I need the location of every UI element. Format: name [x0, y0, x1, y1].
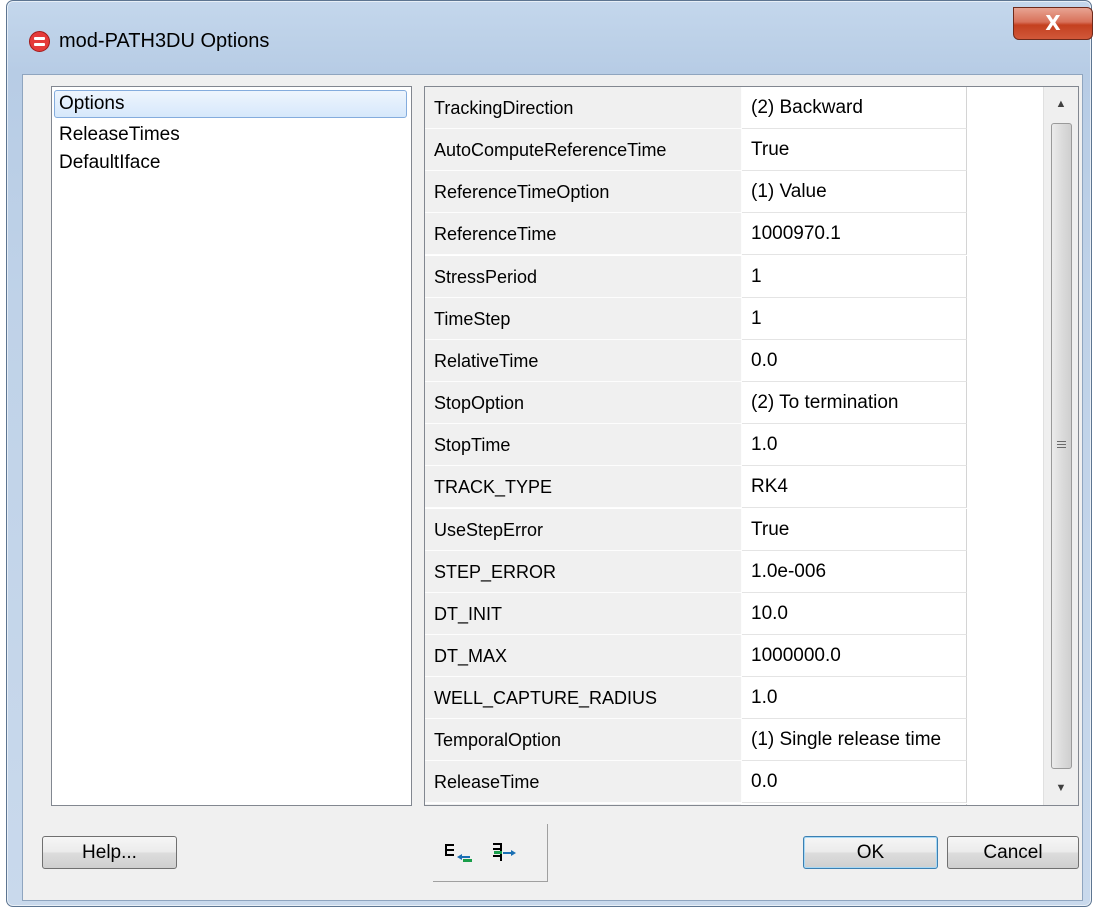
property-row[interactable]: TemporalOption (1) Single release time — [425, 719, 967, 765]
property-row[interactable]: ReleaseTime 0.0 — [425, 761, 967, 805]
property-value[interactable]: 10.0 — [742, 593, 967, 635]
property-row[interactable]: TrackingDirection (2) Backward — [425, 87, 967, 133]
app-icon — [29, 31, 50, 52]
property-value[interactable]: (2) To termination — [742, 382, 967, 424]
property-value[interactable]: 0.0 — [742, 761, 967, 803]
property-name: RelativeTime — [425, 340, 742, 382]
property-name: UseStepError — [425, 509, 742, 551]
scroll-up-arrow-icon[interactable]: ▲ — [1044, 87, 1078, 121]
property-value[interactable]: True — [742, 509, 967, 551]
property-row[interactable]: AutoComputeReferenceTime True — [425, 129, 967, 175]
property-value[interactable]: 1000000.0 — [742, 635, 967, 677]
title-bar[interactable]: mod-PATH3DU Options — [7, 1, 1091, 71]
ok-button[interactable]: OK — [803, 836, 938, 869]
property-value[interactable]: 1 — [742, 298, 967, 340]
property-row[interactable]: RelativeTime 0.0 — [425, 340, 967, 386]
property-row[interactable]: DT_MAX 1000000.0 — [425, 635, 967, 681]
dialog-body: Options ReleaseTimes DefaultIface Tracki… — [22, 74, 1083, 901]
property-row[interactable]: TimeStep 1 — [425, 298, 967, 344]
property-name: AutoComputeReferenceTime — [425, 129, 742, 171]
scroll-down-arrow-icon[interactable]: ▼ — [1044, 771, 1078, 805]
expand-to-right-icon[interactable] — [490, 842, 520, 864]
property-row[interactable]: WELL_CAPTURE_RADIUS 1.0 — [425, 677, 967, 723]
window-title: mod-PATH3DU Options — [59, 30, 270, 52]
property-name: WELL_CAPTURE_RADIUS — [425, 677, 742, 719]
property-value[interactable]: RK4 — [742, 466, 967, 508]
property-name: ReleaseTime — [425, 761, 742, 803]
property-value[interactable]: (2) Backward — [742, 87, 967, 129]
help-button[interactable]: Help... — [42, 836, 177, 869]
property-value[interactable]: 1000970.1 — [742, 213, 967, 255]
property-name: StressPeriod — [425, 256, 742, 298]
property-value[interactable]: 1.0 — [742, 424, 967, 466]
property-row-empty — [425, 804, 967, 805]
property-value[interactable]: (1) Single release time — [742, 719, 967, 761]
property-row[interactable]: ReferenceTime 1000970.1 — [425, 213, 967, 259]
property-name: ReferenceTime — [425, 213, 742, 255]
category-tree[interactable]: Options ReleaseTimes DefaultIface — [51, 86, 412, 806]
property-name: TimeStep — [425, 298, 742, 340]
property-name: TrackingDirection — [425, 87, 742, 129]
property-value[interactable]: True — [742, 129, 967, 171]
tree-item-default-iface[interactable]: DefaultIface — [54, 149, 407, 177]
property-name: DT_INIT — [425, 593, 742, 635]
cancel-button[interactable]: Cancel — [947, 836, 1079, 869]
property-row[interactable]: ReferenceTimeOption (1) Value — [425, 171, 967, 217]
collapse-to-left-icon[interactable] — [443, 842, 473, 864]
property-value[interactable]: 0.0 — [742, 340, 967, 382]
property-value[interactable]: 1.0e-006 — [742, 551, 967, 593]
property-row[interactable]: STEP_ERROR 1.0e-006 — [425, 551, 967, 597]
property-row[interactable]: StopTime 1.0 — [425, 424, 967, 470]
property-name: StopTime — [425, 424, 742, 466]
close-button[interactable]: X — [1013, 7, 1093, 40]
property-name: DT_MAX — [425, 635, 742, 677]
property-name: ReferenceTimeOption — [425, 171, 742, 213]
property-value[interactable]: 1.0 — [742, 677, 967, 719]
property-row[interactable]: TRACK_TYPE RK4 — [425, 466, 967, 512]
property-grid: TrackingDirection (2) Backward AutoCompute… — [424, 86, 1079, 806]
grid-toolbar — [433, 824, 548, 882]
property-name: TRACK_TYPE — [425, 466, 742, 508]
property-value[interactable]: 1 — [742, 256, 967, 298]
tree-item-options[interactable]: Options — [54, 90, 407, 118]
property-name: TemporalOption — [425, 719, 742, 761]
tree-item-release-times[interactable]: ReleaseTimes — [54, 121, 407, 149]
property-row[interactable]: DT_INIT 10.0 — [425, 593, 967, 639]
property-row[interactable]: StopOption (2) To termination — [425, 382, 967, 428]
property-value[interactable]: (1) Value — [742, 171, 967, 213]
scrollbar-thumb[interactable] — [1051, 123, 1072, 769]
grip-icon — [1057, 441, 1066, 450]
property-row[interactable]: UseStepError True — [425, 509, 967, 555]
property-row[interactable]: StressPeriod 1 — [425, 256, 967, 302]
dialog-window: mod-PATH3DU Options X Options ReleaseTim… — [6, 0, 1093, 907]
property-name: StopOption — [425, 382, 742, 424]
vertical-scrollbar[interactable]: ▲ ▼ — [1043, 87, 1078, 805]
property-name: STEP_ERROR — [425, 551, 742, 593]
